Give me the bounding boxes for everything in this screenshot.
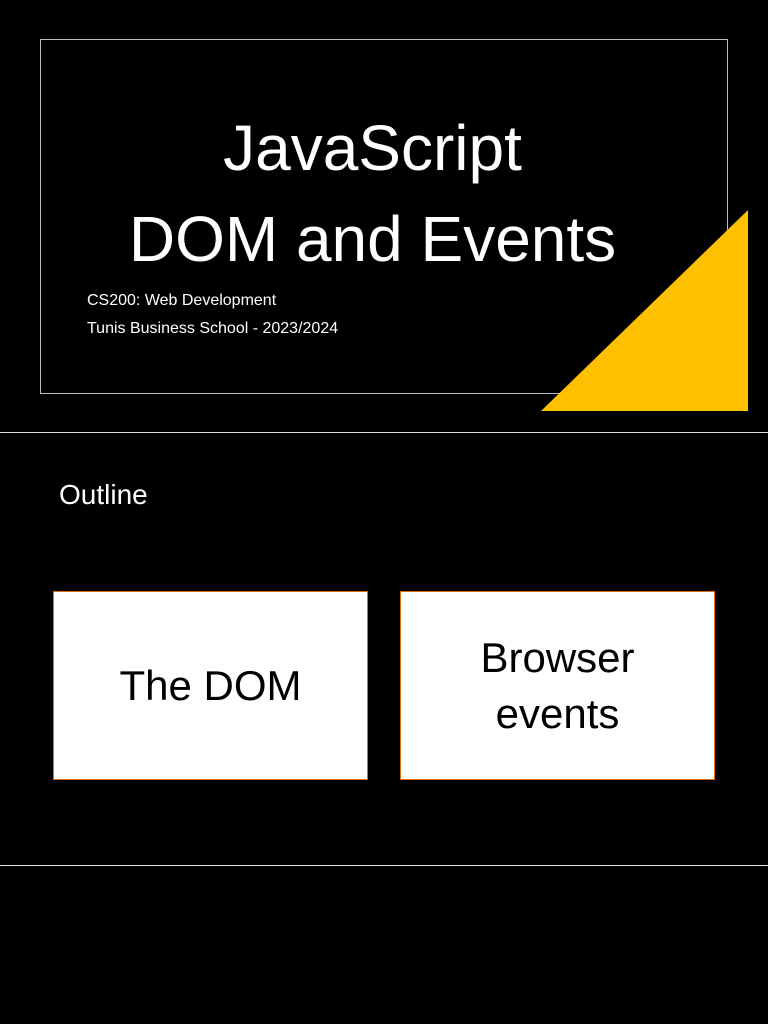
card-browser-events: Browser events [400, 591, 715, 780]
subtitle-school: Tunis Business School - 2023/2024 [87, 320, 339, 337]
card-label: Browser events [480, 633, 635, 737]
outline-heading: Outline [59, 479, 148, 510]
slide-divider [0, 865, 768, 866]
title-line-2: DOM and Events [128, 203, 617, 275]
card-label: The DOM [119, 661, 302, 709]
card-the-dom: The DOM [53, 591, 368, 780]
title-line-1: JavaScript [223, 112, 522, 184]
title-slide: JavaScript DOM and Events CS200: Web Dev… [0, 0, 768, 432]
outline-slide: Outline The DOM Browser events [0, 433, 768, 865]
subtitle-course: CS200: Web Development [87, 292, 277, 309]
